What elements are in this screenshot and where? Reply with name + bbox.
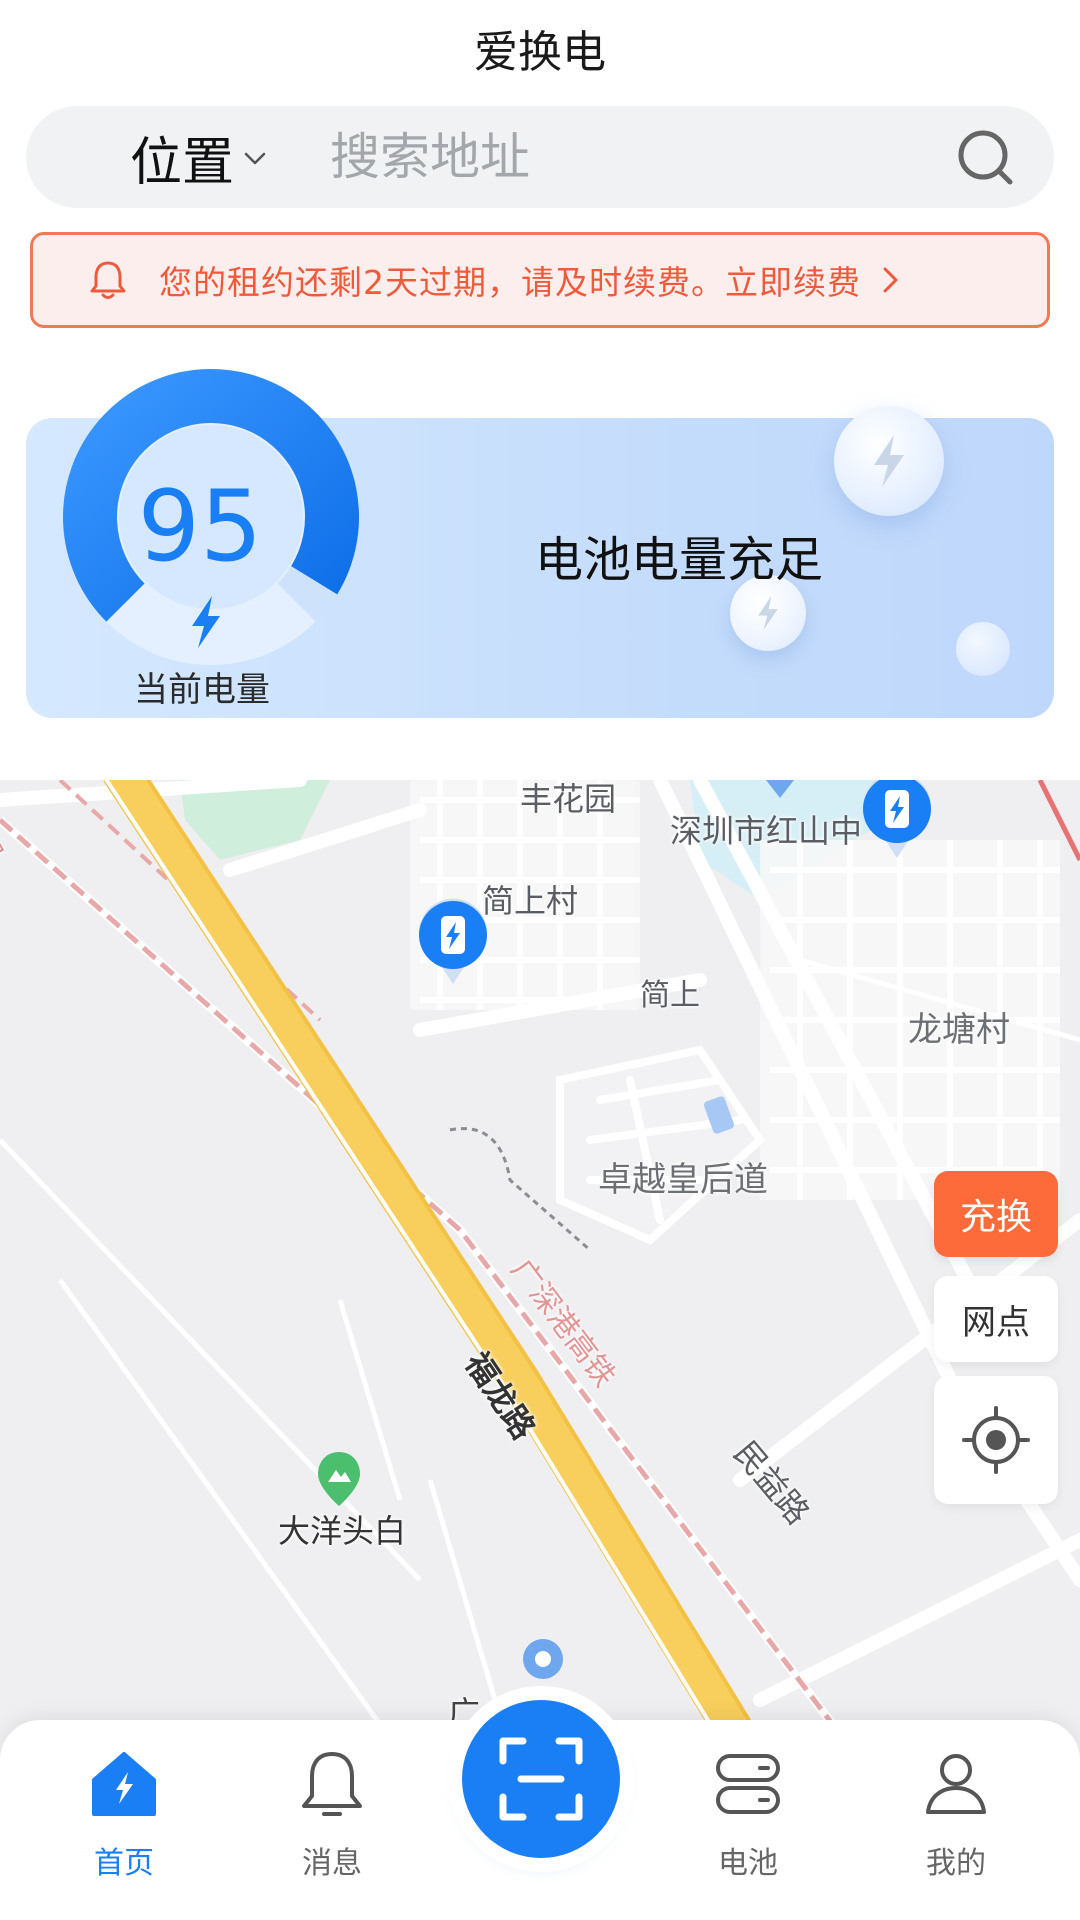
location-select[interactable]: 位置 xyxy=(130,106,270,208)
battery-level-value: 95 xyxy=(137,470,263,584)
map-label-poi-dayang: 大洋头白 xyxy=(278,1512,407,1550)
tab-battery[interactable]: 电池 xyxy=(678,1748,818,1882)
chevron-down-icon xyxy=(244,152,266,165)
location-poi-icon[interactable] xyxy=(760,780,800,800)
search-bar: 位置 xyxy=(26,106,1054,208)
map-label-garden: 丰花园 xyxy=(520,780,617,818)
tab-mine[interactable]: 我的 xyxy=(886,1748,1026,1882)
notice-text: 您的租约还剩2天过期，请及时续费。立即续费 xyxy=(159,263,861,302)
app-header: 爱换电 xyxy=(0,0,1080,96)
tab-mine-label: 我的 xyxy=(926,1846,986,1881)
battery-station-pin-icon[interactable] xyxy=(860,780,934,862)
app-title: 爱换电 xyxy=(474,27,606,78)
map-label-estate: 卓越皇后道 xyxy=(598,1160,768,1200)
exchange-filter-label: 充换 xyxy=(959,1197,1032,1238)
tab-battery-label: 电池 xyxy=(718,1846,778,1881)
tab-home-label: 首页 xyxy=(94,1846,154,1881)
home-icon xyxy=(92,1752,156,1816)
search-icon[interactable] xyxy=(956,128,1016,188)
battery-station-pin-icon[interactable] xyxy=(416,898,490,988)
map-label-village-1: 简上村 xyxy=(482,882,579,920)
park-poi-icon[interactable] xyxy=(314,1450,364,1510)
lease-expiry-notice[interactable]: 您的租约还剩2天过期，请及时续费。立即续费 xyxy=(30,232,1050,328)
battery-tab-icon xyxy=(716,1754,780,1814)
bell-icon xyxy=(90,261,126,299)
bell-tab-icon xyxy=(302,1752,362,1816)
locate-icon xyxy=(962,1406,1030,1474)
scan-button[interactable] xyxy=(462,1700,620,1858)
map-label-school: 深圳市红山中 xyxy=(670,812,863,850)
location-poi-icon[interactable] xyxy=(520,1636,566,1682)
user-icon xyxy=(926,1754,986,1814)
map-label-village-3: 龙塘村 xyxy=(908,1010,1010,1050)
tab-messages-label: 消息 xyxy=(302,1846,362,1881)
tab-messages[interactable]: 消息 xyxy=(262,1748,402,1882)
tab-home[interactable]: 首页 xyxy=(54,1748,194,1882)
battery-level-caption: 当前电量 xyxy=(134,670,270,710)
search-input[interactable] xyxy=(330,128,891,186)
exchange-filter-button[interactable]: 充换 xyxy=(934,1171,1058,1257)
locate-button[interactable] xyxy=(934,1376,1058,1504)
outlets-filter-label: 网点 xyxy=(962,1302,1030,1343)
battery-status-text: 电池电量充足 xyxy=(535,532,824,588)
scan-icon xyxy=(499,1737,583,1821)
bolt-icon xyxy=(192,596,220,648)
map-label-village-2: 简上 xyxy=(640,978,700,1013)
bubble-decoration xyxy=(956,622,1010,676)
location-label: 位置 xyxy=(130,132,235,193)
chevron-right-icon xyxy=(883,267,898,293)
bolt-bubble-icon xyxy=(834,406,944,516)
outlets-filter-button[interactable]: 网点 xyxy=(934,1276,1058,1362)
